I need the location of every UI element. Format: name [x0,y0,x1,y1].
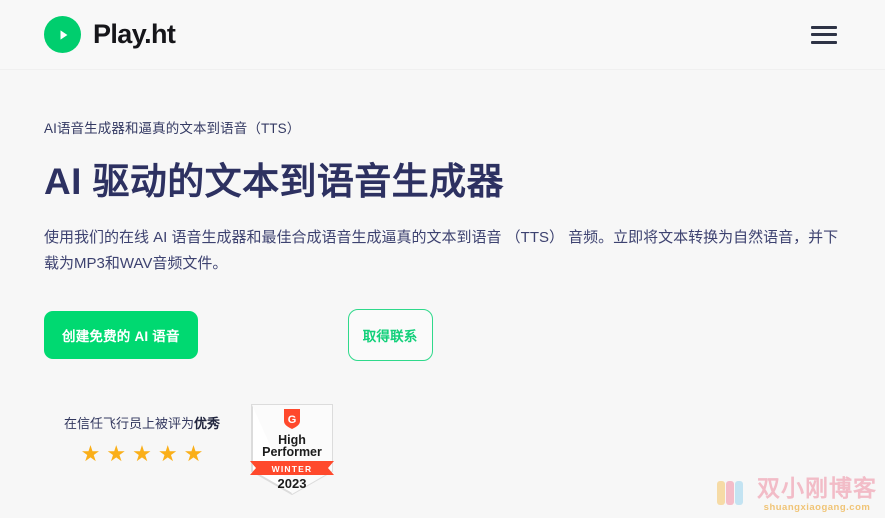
menu-bar-top [811,25,837,29]
hero-description: 使用我们的在线 AI 语音生成器和最佳合成语音生成逼真的文本到语音 （TTS） … [44,229,839,272]
watermark-title: 双小刚博客 [757,474,877,501]
cta-button-row: 创建免费的 AI 语音 取得联系 [44,308,841,361]
brand-name: Play.ht [93,19,176,49]
contact-us-button[interactable]: 取得联系 [347,308,433,361]
watermark-logo-icon [717,481,743,506]
star-rating: ★ ★ ★ ★ ★ [44,440,240,466]
star-icon: ★ [80,440,101,466]
star-icon: ★ [157,440,178,466]
watermark: 双小刚博客 shuangxiaogang.com [716,474,877,513]
hero-section: AI语音生成器和逼真的文本到语音（TTS） AI 驱动的文本到语音生成器 使用我… [0,120,885,496]
star-icon: ★ [132,440,152,466]
create-free-ai-voice-button[interactable]: 创建免费的 AI 语音 [44,310,198,359]
trustpilot-rating-block: 在信任飞行员上被评为优秀 ★ ★ ★ ★ ★ [44,403,240,465]
menu-bar-bottom [811,40,837,44]
watermark-url: shuangxiaogang.com [763,501,871,513]
trust-rating-highlight: 优秀 [194,415,221,431]
trust-rating-text: 在信任飞行员上被评为优秀 [44,415,240,433]
hero-eyebrow: AI语音生成器和逼真的文本到语音（TTS） [44,121,301,136]
g2-year-label: 2023 [278,476,307,491]
g2-season-label: WINTER [272,464,313,474]
hamburger-menu-icon[interactable] [811,22,841,48]
star-icon: ★ [106,440,127,466]
page-title: AI 驱动的文本到语音生成器 [44,160,504,202]
trust-rating-prefix: 在信任飞行员上被评为 [63,415,194,431]
menu-bar-middle [811,33,837,36]
site-header: Play.ht [0,0,885,70]
g2-high-performer-badge: G High Performer WINTER 2023 [250,403,334,496]
brand-logo-link[interactable]: Play.ht [44,16,176,53]
star-icon: ★ [183,440,204,466]
g2-logo-letter: G [288,414,297,426]
play-circle-icon [44,16,81,53]
g2-title-line-2: Performer [262,445,322,459]
